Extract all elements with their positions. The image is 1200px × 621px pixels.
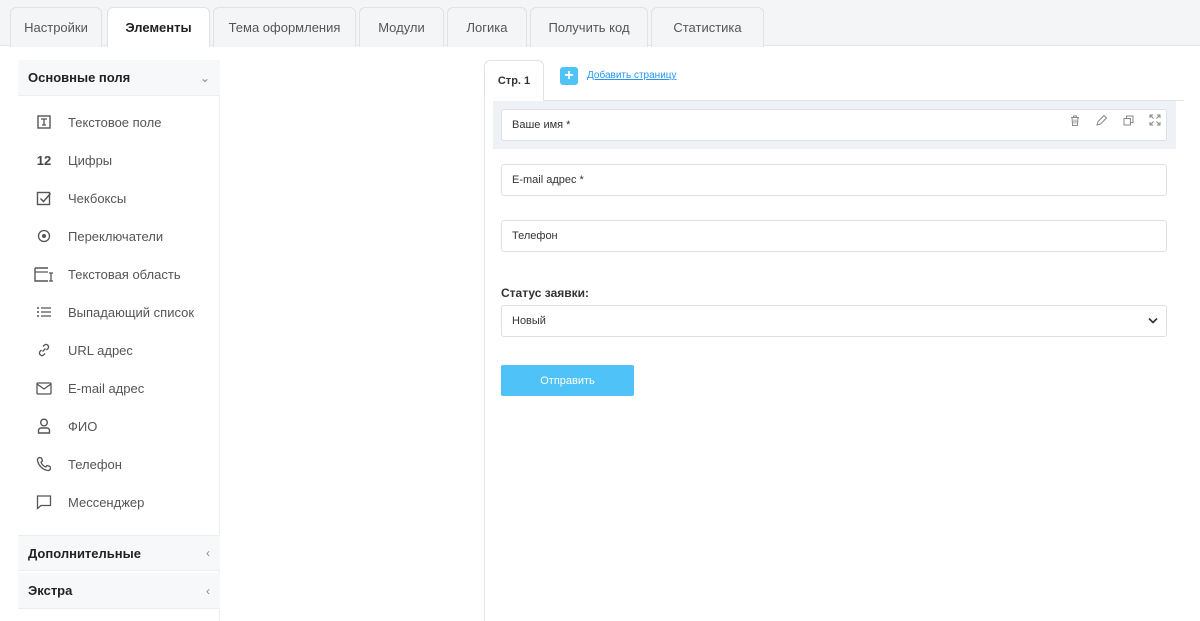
add-page-link[interactable]: Добавить страницу bbox=[587, 70, 677, 81]
sidebar-item-dropdown[interactable]: Выпадающий список bbox=[18, 293, 220, 331]
phone-icon bbox=[34, 454, 54, 474]
status-label: Статус заявки: bbox=[501, 286, 590, 300]
sidebar-item-phone[interactable]: Телефон bbox=[18, 445, 220, 483]
tab-theme[interactable]: Тема оформления bbox=[213, 7, 356, 47]
tab-elements[interactable]: Элементы bbox=[107, 7, 210, 47]
chevron-left-icon: ‹ bbox=[206, 546, 210, 560]
list-icon bbox=[34, 302, 54, 322]
copy-icon[interactable] bbox=[1119, 111, 1137, 129]
email-placeholder: E-mail адрес * bbox=[512, 174, 584, 186]
sidebar-item-label: Выпадающий список bbox=[68, 304, 195, 320]
section-extra-title: Экстра bbox=[28, 583, 73, 598]
sidebar-item-label: Цифры bbox=[68, 152, 113, 168]
sidebar-item-label: Текстовая область bbox=[68, 266, 181, 282]
chat-icon bbox=[34, 492, 54, 512]
chevron-down-icon: ⌄ bbox=[199, 70, 210, 85]
radio-icon bbox=[34, 226, 54, 246]
sidebar-item-text-field[interactable]: Текстовое поле bbox=[18, 103, 220, 141]
sidebar-item-label: Чекбоксы bbox=[68, 190, 127, 206]
chevron-down-icon bbox=[1148, 315, 1158, 327]
sidebar-item-label: Переключатели bbox=[68, 228, 164, 244]
elements-sidebar: Основные поля ⌄ Текстовое поле 12 Цифры … bbox=[18, 60, 220, 621]
section-extra[interactable]: Экстра ‹ bbox=[18, 573, 220, 609]
sidebar-item-checkboxes[interactable]: Чекбоксы bbox=[18, 179, 220, 217]
numbers-icon: 12 bbox=[36, 152, 52, 168]
phone-field[interactable]: Телефон bbox=[501, 220, 1167, 252]
tab-modules[interactable]: Модули bbox=[359, 7, 444, 47]
page-tab-1[interactable]: Стр. 1 bbox=[484, 60, 544, 101]
user-icon bbox=[34, 416, 54, 436]
sidebar-item-label: URL адрес bbox=[68, 342, 133, 358]
plus-icon[interactable]: + bbox=[560, 67, 578, 85]
section-additional[interactable]: Дополнительные ‹ bbox=[18, 535, 220, 571]
sidebar-item-label: E-mail адрес bbox=[68, 380, 145, 396]
tab-settings[interactable]: Настройки bbox=[10, 7, 102, 47]
sidebar-item-url[interactable]: URL адрес bbox=[18, 331, 220, 369]
section-additional-title: Дополнительные bbox=[28, 545, 141, 561]
sidebar-item-fio[interactable]: ФИО bbox=[18, 407, 220, 445]
expand-icon[interactable] bbox=[1146, 111, 1164, 129]
trash-icon[interactable] bbox=[1066, 111, 1084, 129]
status-select[interactable]: Новый bbox=[501, 305, 1167, 337]
phone-placeholder: Телефон bbox=[512, 230, 558, 242]
section-basic-fields[interactable]: Основные поля ⌄ bbox=[18, 60, 220, 96]
sidebar-item-label: Мессенджер bbox=[68, 494, 145, 510]
sidebar-item-radios[interactable]: Переключатели bbox=[18, 217, 220, 255]
sidebar-item-email[interactable]: E-mail адрес bbox=[18, 369, 220, 407]
submit-button[interactable]: Отправить bbox=[501, 365, 634, 396]
status-select-value: Новый bbox=[512, 315, 546, 327]
pencil-icon[interactable] bbox=[1092, 111, 1110, 129]
tab-statistics[interactable]: Статистика bbox=[651, 7, 764, 47]
checkbox-icon bbox=[34, 188, 54, 208]
link-icon bbox=[34, 340, 54, 360]
email-field[interactable]: E-mail адрес * bbox=[501, 164, 1167, 196]
sidebar-item-textarea[interactable]: Текстовая область bbox=[18, 255, 220, 293]
section-basic-title: Основные поля bbox=[28, 70, 131, 85]
chevron-left-icon: ‹ bbox=[206, 583, 210, 598]
envelope-icon bbox=[34, 378, 54, 398]
sidebar-item-label: Текстовое поле bbox=[68, 114, 162, 130]
sidebar-item-label: ФИО bbox=[68, 418, 98, 434]
text-field-icon bbox=[34, 112, 54, 132]
tab-get-code[interactable]: Получить код bbox=[530, 7, 648, 47]
sidebar-item-label: Телефон bbox=[68, 456, 122, 472]
sidebar-item-numbers[interactable]: 12 Цифры bbox=[18, 141, 220, 179]
tab-logic[interactable]: Логика bbox=[447, 7, 527, 47]
textarea-icon bbox=[34, 264, 54, 284]
name-placeholder: Ваше имя * bbox=[512, 119, 571, 131]
sidebar-item-messenger[interactable]: Мессенджер bbox=[18, 483, 220, 521]
